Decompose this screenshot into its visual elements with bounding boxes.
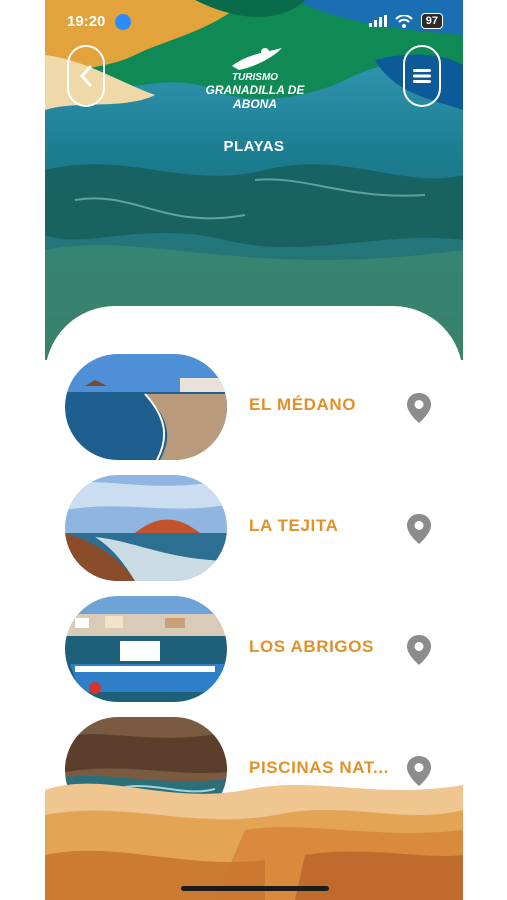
hamburger-menu-icon: [413, 69, 431, 83]
beach-name: LA TEJITA: [249, 516, 339, 535]
beach-thumbnail: [65, 475, 227, 581]
battery-indicator: 97: [420, 13, 443, 29]
list-item-la-tejita[interactable]: LA TEJITA: [45, 469, 463, 590]
beach-thumbnail: [65, 596, 227, 702]
location-services-icon: [115, 14, 131, 30]
wifi-icon: [395, 14, 413, 28]
list-item-los-abrigos[interactable]: LOS ABRIGOS: [45, 590, 463, 711]
status-bar: 19:20 97: [45, 12, 463, 34]
sand-dunes-decoration: [45, 783, 463, 900]
menu-button[interactable]: [403, 45, 441, 107]
beach-name: LOS ABRIGOS: [249, 637, 374, 656]
brand-logo: TURISMO GRANADILLA DE ABONA: [195, 48, 315, 111]
map-pin-icon[interactable]: [406, 392, 432, 424]
status-time: 19:20: [67, 13, 106, 30]
brand-line2: GRANADILLA DE ABONA: [205, 83, 305, 111]
beach-name: EL MÉDANO: [249, 395, 357, 414]
chevron-left-icon: [79, 65, 92, 87]
map-pin-icon[interactable]: [406, 634, 432, 666]
home-indicator[interactable]: [181, 886, 329, 891]
cellular-signal-icon: [368, 15, 387, 27]
beach-thumbnail: [65, 354, 227, 460]
page-title: PLAYAS: [223, 138, 285, 155]
back-button[interactable]: [67, 45, 105, 107]
app-screen: 19:20 97 TURISMO GRANADILLA DE ABONA PLA…: [45, 0, 463, 900]
map-pin-icon[interactable]: [406, 513, 432, 545]
list-item-el-medano[interactable]: EL MÉDANO: [45, 348, 463, 469]
logo-mark-icon: [232, 48, 282, 70]
